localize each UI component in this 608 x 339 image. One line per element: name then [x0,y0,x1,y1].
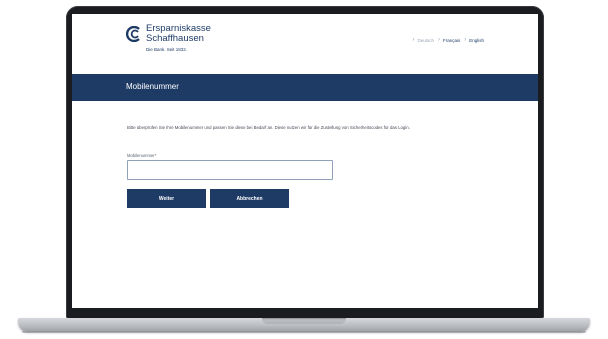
page-title-bar: Mobilenummer [72,74,538,101]
mobile-number-label: Mobilenummer* [127,153,157,158]
language-label: English [469,37,484,43]
language-label: Deutsch [417,37,434,43]
mobile-number-form: Bitte überprüfen Sie Ihre Mobilenummer u… [127,124,497,208]
next-button[interactable]: Weiter [127,189,206,208]
language-deutsch[interactable]: › Deutsch [412,37,434,43]
language-label: Français [442,37,461,43]
brand-tagline: Die Bank. Seit 1832. [146,47,188,52]
brand-name-line2: Schaffhausen [146,33,204,44]
laptop-mockup: Ersparniskasse Schaffhausen Die Bank. Se… [0,0,608,339]
language-english[interactable]: › English [464,37,484,43]
chevron-right-icon: › [464,37,467,43]
brand-name: Ersparniskasse Schaffhausen [146,24,211,44]
cancel-button[interactable]: Abbrechen [210,189,289,208]
chevron-right-icon: › [437,37,440,43]
laptop-notch [262,318,346,324]
language-nav: › Deutsch › Français › English [412,37,484,43]
instruction-text: Bitte überprüfen Sie Ihre Mobilenummer u… [127,125,410,130]
chevron-right-icon: › [412,37,415,43]
laptop-base-edge [22,331,586,333]
bank-logo-icon [126,26,140,42]
page-title: Mobilenummer [126,82,179,91]
browser-screen: Ersparniskasse Schaffhausen Die Bank. Se… [72,14,538,308]
mobile-number-input[interactable] [127,160,333,180]
language-francais[interactable]: › Français [438,37,460,43]
